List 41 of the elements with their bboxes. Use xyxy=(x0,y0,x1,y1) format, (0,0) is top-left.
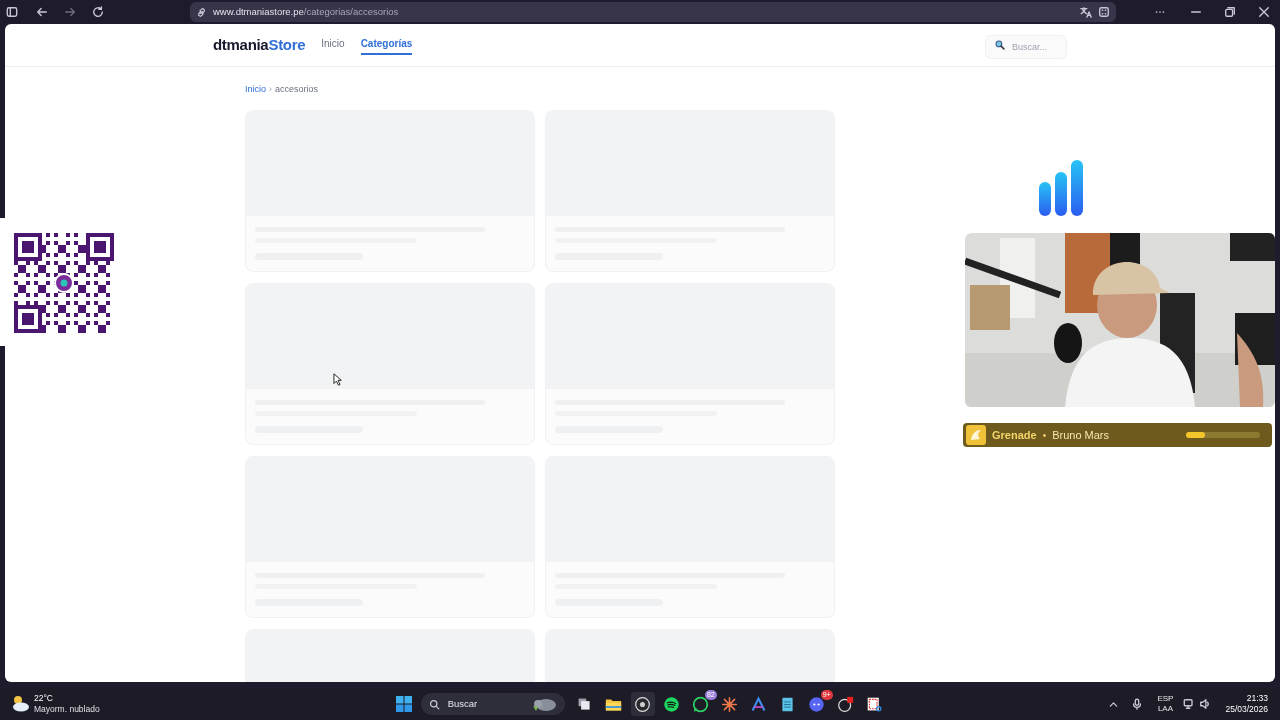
reload-icon[interactable] xyxy=(92,6,104,18)
network-icon[interactable] xyxy=(1183,698,1196,710)
close-icon[interactable] xyxy=(1258,6,1270,18)
nav-link[interactable]: Categorías xyxy=(360,35,413,55)
forward-icon[interactable] xyxy=(64,6,76,18)
breadcrumb-separator: › xyxy=(269,83,272,96)
translate-icon[interactable] xyxy=(1080,6,1092,18)
language-text[interactable]: ESP xyxy=(1157,694,1174,704)
spark-icon xyxy=(721,695,739,713)
clock-date[interactable]: 25/03/2026 xyxy=(1225,704,1268,715)
bar-chart-icon xyxy=(1039,160,1085,216)
microphone-icon[interactable] xyxy=(1131,698,1144,710)
search-icon xyxy=(995,40,1005,50)
separator-dot: • xyxy=(1042,428,1047,443)
nav-link[interactable]: Inicio xyxy=(321,35,345,55)
weather-text: Mayorm. nublado xyxy=(34,704,100,715)
qr-code-icon xyxy=(14,233,114,333)
song-title: Grenade xyxy=(992,427,1037,443)
taskbar-search[interactable]: Buscar xyxy=(420,693,565,715)
search-field[interactable]: Buscar... xyxy=(985,35,1067,59)
album-art-icon xyxy=(966,425,986,445)
link-icon xyxy=(196,6,207,18)
address-bar[interactable]: www.dtmaniastore.pe/categorias/accesorios xyxy=(190,2,1116,22)
extensions-icon[interactable] xyxy=(1098,6,1110,18)
temperature-text: 22°C xyxy=(34,693,54,704)
restore-icon[interactable] xyxy=(1224,6,1236,18)
volume-icon[interactable] xyxy=(1199,698,1212,710)
clock-time[interactable]: 21:33 xyxy=(1246,693,1268,704)
taskbar-app[interactable] xyxy=(630,692,655,716)
site-logo[interactable]: dtmaniaStore xyxy=(213,33,306,57)
start-icon[interactable] xyxy=(395,696,412,712)
url-text: www.dtmaniastore.pe/categorias/accesorios xyxy=(213,4,399,19)
back-icon[interactable] xyxy=(36,6,48,18)
breadcrumb-link[interactable]: Inicio xyxy=(245,83,266,97)
breadcrumb-current: accesorios xyxy=(275,83,319,96)
weather-icon[interactable] xyxy=(10,694,30,714)
layout-text[interactable]: LAA xyxy=(1157,704,1173,714)
search-icon xyxy=(428,698,440,710)
song-artist: Bruno Mars xyxy=(1052,427,1109,443)
mouse-pointer-icon xyxy=(333,373,343,386)
sidebar-toggle-icon[interactable] xyxy=(6,6,18,18)
